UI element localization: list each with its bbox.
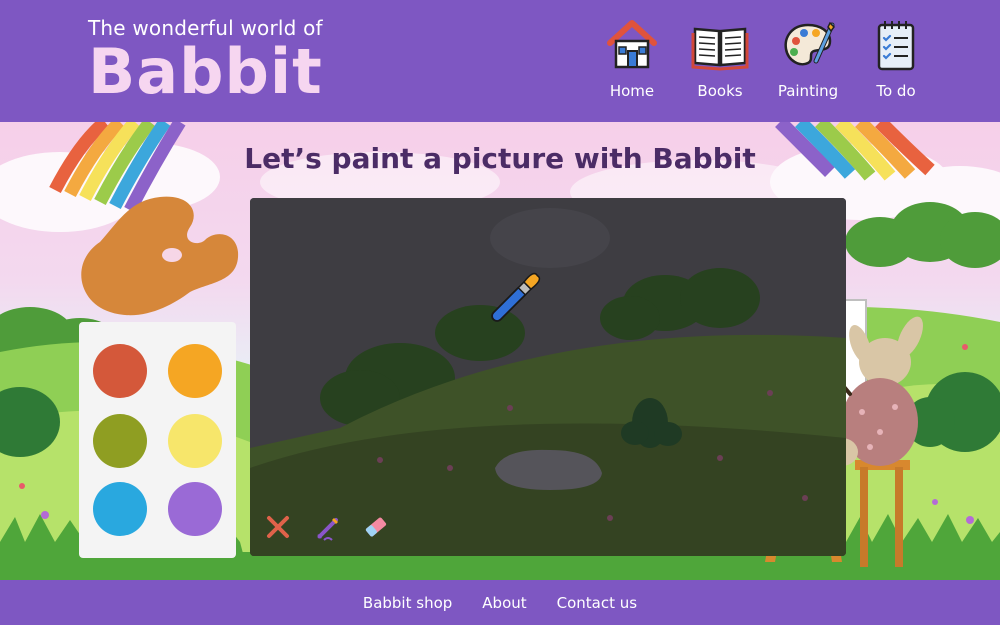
color-swatch[interactable] bbox=[93, 414, 147, 468]
color-swatch[interactable] bbox=[93, 482, 147, 536]
color-swatch[interactable] bbox=[168, 344, 222, 398]
canvas-background bbox=[250, 198, 846, 556]
nav-label: Painting bbox=[777, 82, 839, 100]
main-nav: Home Books Painting To do bbox=[588, 16, 940, 100]
painting-scene: Let’s paint a picture with Babbit bbox=[0, 122, 1000, 580]
brush-button[interactable] bbox=[314, 514, 344, 544]
site-footer: Babbit shop About Contact us bbox=[0, 580, 1000, 625]
color-palette bbox=[79, 322, 236, 558]
nav-label: Home bbox=[609, 82, 655, 100]
footer-link-about[interactable]: About bbox=[482, 594, 526, 612]
nav-item-home[interactable]: Home bbox=[588, 16, 676, 100]
color-swatch[interactable] bbox=[93, 344, 147, 398]
site-header: The wonderful world of Babbit Home Books… bbox=[0, 0, 1000, 122]
checklist-icon bbox=[867, 16, 925, 74]
nav-item-todo[interactable]: To do bbox=[852, 16, 940, 100]
eraser-icon bbox=[365, 517, 387, 537]
footer-link-contact[interactable]: Contact us bbox=[557, 594, 637, 612]
close-icon bbox=[267, 516, 289, 538]
open-book-icon bbox=[691, 16, 749, 74]
color-swatch[interactable] bbox=[168, 414, 222, 468]
footer-link-shop[interactable]: Babbit shop bbox=[363, 594, 452, 612]
nav-label: Books bbox=[697, 82, 743, 100]
page-title: Let’s paint a picture with Babbit bbox=[244, 142, 756, 175]
brush-icon bbox=[317, 518, 338, 541]
color-swatch[interactable] bbox=[168, 482, 222, 536]
house-icon bbox=[603, 16, 661, 74]
nav-label: To do bbox=[876, 82, 916, 100]
paint-palette-icon bbox=[779, 16, 837, 74]
brand-logo-text[interactable]: Babbit bbox=[88, 38, 323, 106]
nav-item-books[interactable]: Books bbox=[676, 16, 764, 100]
eraser-button[interactable] bbox=[363, 514, 393, 544]
nav-item-painting[interactable]: Painting bbox=[764, 16, 852, 100]
clear-button[interactable] bbox=[265, 514, 295, 544]
drawing-canvas[interactable] bbox=[250, 198, 846, 556]
